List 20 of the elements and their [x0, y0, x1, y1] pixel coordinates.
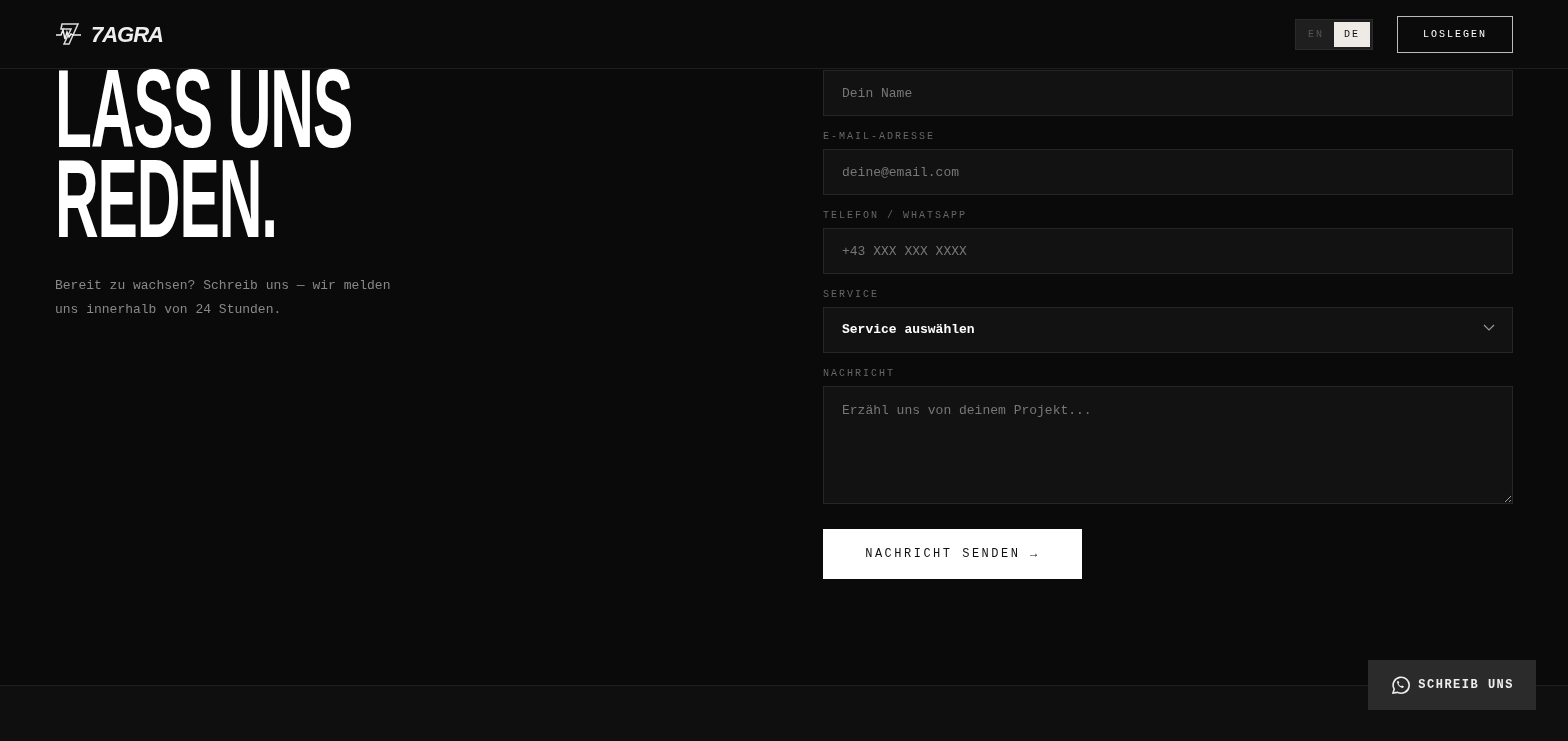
field-label: SERVICE	[823, 289, 880, 301]
heading-line: REDEN.	[55, 154, 278, 244]
start-button[interactable]: LOSLEGEN	[1397, 15, 1513, 53]
input-field[interactable]: deine@email.com	[823, 149, 1513, 195]
input-field[interactable]: +43 XXX XXX XXXX	[823, 228, 1513, 274]
input-field[interactable]: Dein Name	[823, 70, 1513, 116]
chevron-down-icon	[1483, 324, 1495, 332]
field-label: E-MAIL-ADRESSE	[823, 131, 936, 143]
select-field[interactable]: Service auswählen	[823, 307, 1513, 353]
chat-bubble-icon	[1390, 675, 1411, 695]
send-button[interactable]: NACHRICHT SENDEN →	[823, 529, 1082, 579]
language-option[interactable]: DE	[1333, 21, 1370, 47]
logo-icon	[55, 22, 83, 46]
heading-line: LASS UNS	[55, 64, 353, 154]
field-label: TELEFON / WHATSAPP	[823, 210, 969, 222]
field-label: NACHRICHT	[823, 368, 896, 380]
intro-text: Bereit zu wachsen? Schreib uns — wir melden uns innerhalb von 24 Stunden.	[55, 277, 392, 319]
message-field[interactable]: Erzähl uns von deinem Projekt...	[823, 386, 1513, 504]
logo-text: 7AGRA	[91, 20, 163, 49]
whatsapp-button[interactable]: SCHREIB UNS	[1368, 660, 1536, 710]
